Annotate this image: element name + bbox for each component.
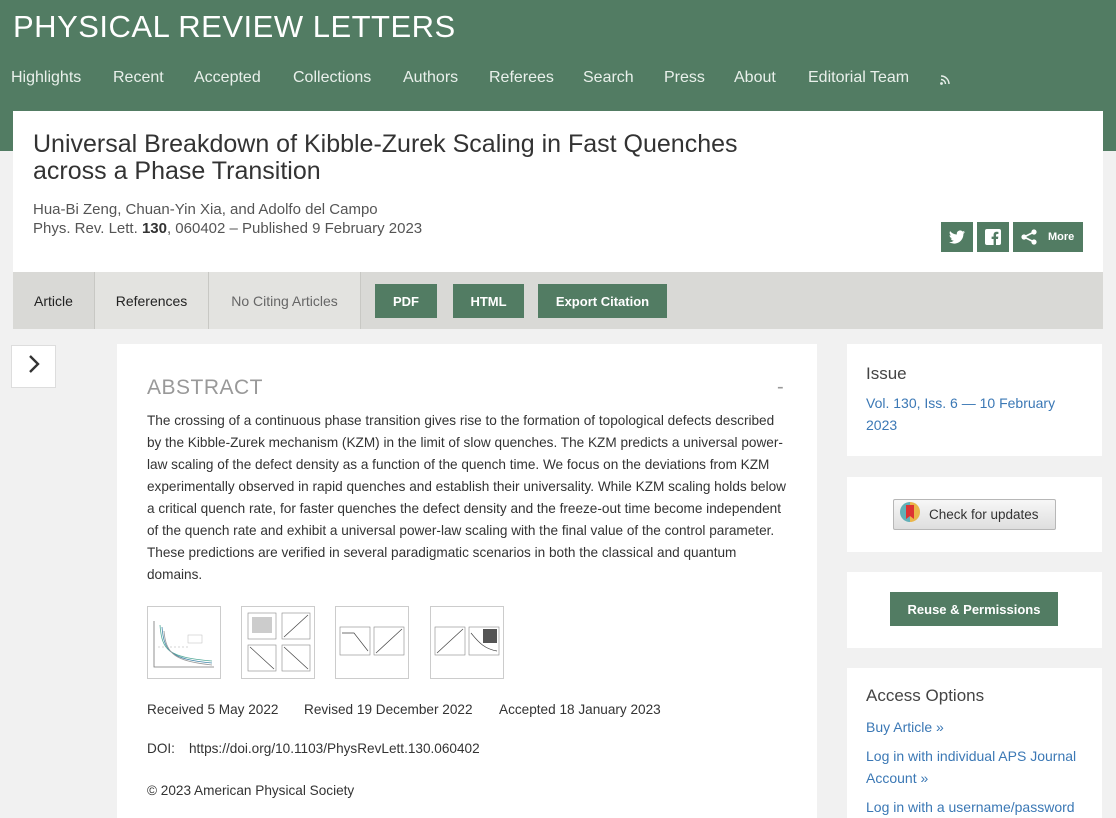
nav-accepted[interactable]: Accepted <box>194 69 261 87</box>
facebook-share-button[interactable] <box>977 222 1009 252</box>
figure-thumbnail-1[interactable] <box>147 606 221 679</box>
html-button[interactable]: HTML <box>453 284 524 318</box>
twitter-icon <box>949 230 965 244</box>
reuse-permissions-button[interactable]: Reuse & Permissions <box>890 592 1058 626</box>
figure-thumbnail-4[interactable] <box>430 606 504 679</box>
tab-article[interactable]: Article <box>13 272 95 329</box>
chevron-right-icon <box>28 354 40 379</box>
access-options-heading: Access Options <box>866 686 985 705</box>
collapse-button[interactable]: - <box>777 376 787 399</box>
nav-recent[interactable]: Recent <box>113 69 164 87</box>
issue-link[interactable]: Vol. 130, Iss. 6 — 10 February 2023 <box>866 392 1076 436</box>
issue-box: Issue Vol. 130, Iss. 6 — 10 February 202… <box>847 344 1102 456</box>
nav-about[interactable]: About <box>734 69 776 87</box>
copyright: © 2023 American Physical Society <box>147 783 355 798</box>
nav-authors[interactable]: Authors <box>403 69 458 87</box>
facebook-icon <box>985 229 1001 245</box>
buy-article-link[interactable]: Buy Article » <box>866 716 944 738</box>
pdf-button[interactable]: PDF <box>375 284 437 318</box>
revised-date: Revised 19 December 2022 <box>304 702 473 717</box>
more-label: More <box>1048 231 1075 243</box>
citation-rest: , 060402 – Published 9 February 2023 <box>166 220 423 237</box>
article-header: Universal Breakdown of Kibble-Zurek Scal… <box>13 111 1103 272</box>
nav-referees[interactable]: Referees <box>489 69 554 87</box>
tab-references[interactable]: References <box>95 272 209 329</box>
more-share-button[interactable]: More <box>1013 222 1083 252</box>
sidebar-toggle-button[interactable] <box>11 345 56 388</box>
reuse-box: Reuse & Permissions <box>847 572 1102 648</box>
export-citation-button[interactable]: Export Citation <box>538 284 667 318</box>
accepted-date: Accepted 18 January 2023 <box>499 702 661 717</box>
nav-collections[interactable]: Collections <box>293 69 371 87</box>
article-authors[interactable]: Hua-Bi Zeng, Chuan-Yin Xia, and Adolfo d… <box>33 201 378 218</box>
access-options-box: Access Options Buy Article » Log in with… <box>847 668 1102 818</box>
doi-link[interactable]: https://doi.org/10.1103/PhysRevLett.130.… <box>189 741 480 756</box>
issue-heading: Issue <box>866 364 907 383</box>
crossmark-icon <box>899 501 921 528</box>
volume-number: 130 <box>141 220 167 237</box>
aps-login-link[interactable]: Log in with individual APS Journal Accou… <box>866 745 1086 789</box>
article-title: Universal Breakdown of Kibble-Zurek Scal… <box>33 130 738 185</box>
abstract-text: The crossing of a continuous phase trans… <box>147 413 786 582</box>
nav-press[interactable]: Press <box>664 69 705 87</box>
journal-title[interactable]: PHYSICAL REVIEW LETTERS <box>13 9 456 45</box>
received-date: Received 5 May 2022 <box>147 702 279 717</box>
article-citation: Phys. Rev. Lett. 130, 060402 – Published… <box>33 220 422 237</box>
abstract-heading: ABSTRACT <box>147 376 264 399</box>
rss-icon[interactable] <box>940 72 950 90</box>
abstract-panel: ABSTRACT - The crossing of a continuous … <box>117 344 817 818</box>
article-tabs: Article References No Citing Articles PD… <box>13 272 1103 329</box>
twitter-share-button[interactable] <box>941 222 973 252</box>
share-icon <box>1020 229 1038 245</box>
nav-editorial-team[interactable]: Editorial Team <box>808 69 909 87</box>
doi-label: DOI: <box>147 741 175 756</box>
figure-thumbnail-3[interactable] <box>335 606 409 679</box>
check-for-updates-button[interactable]: Check for updates <box>893 499 1056 530</box>
figure-thumbnail-2[interactable] <box>241 606 315 679</box>
nav-highlights[interactable]: Highlights <box>11 69 81 87</box>
nav-search[interactable]: Search <box>583 69 634 87</box>
check-updates-label: Check for updates <box>929 507 1039 522</box>
username-login-link[interactable]: Log in with a username/password <box>866 796 1096 818</box>
tab-citing-articles: No Citing Articles <box>209 272 361 329</box>
check-updates-box: Check for updates <box>847 477 1102 552</box>
doi-line: DOI: https://doi.org/10.1103/PhysRevLett.… <box>147 741 480 756</box>
journal-abbrev: Phys. Rev. Lett. <box>33 220 138 237</box>
